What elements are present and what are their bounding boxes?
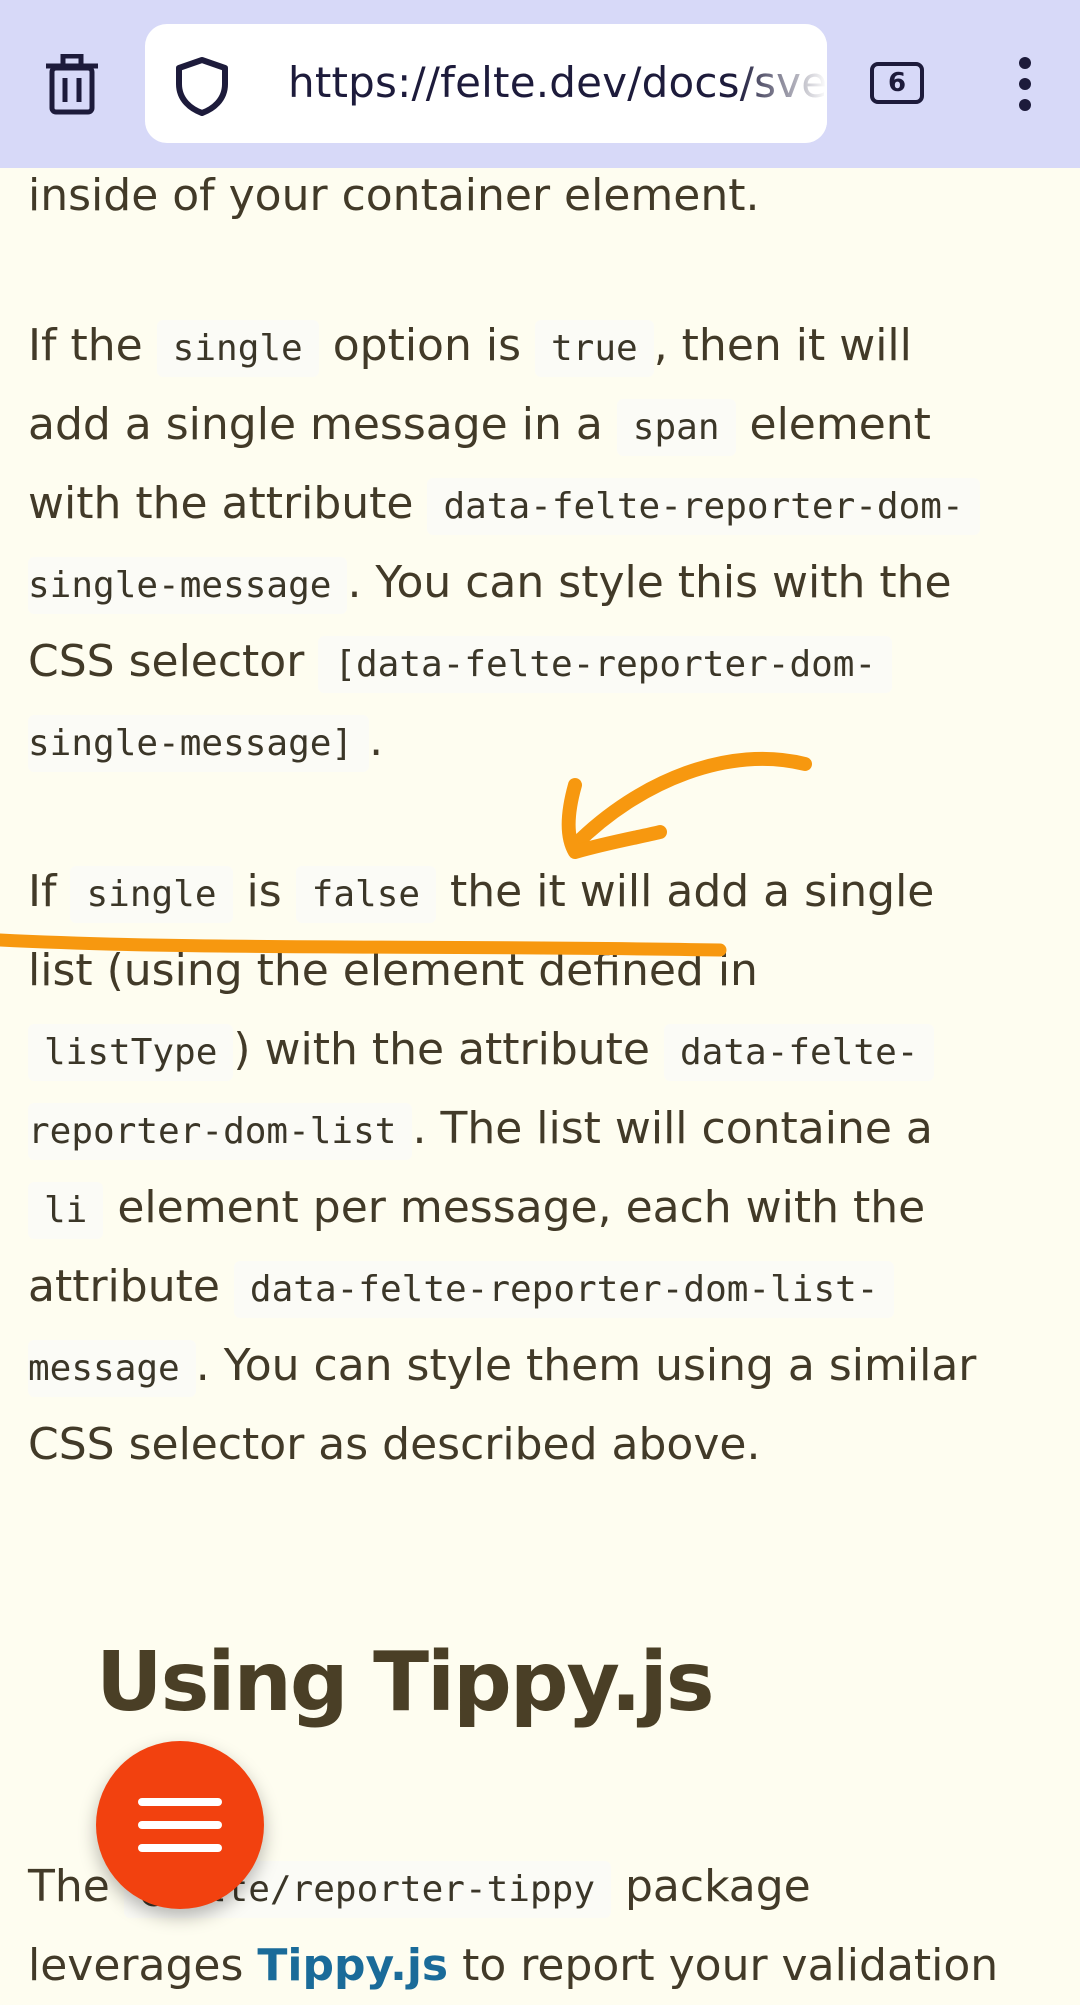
code-inline: data-felte-reporter-dom- [427, 478, 980, 535]
code-inline: single-message [28, 557, 348, 614]
para2-line6: attribute data-felte-reporter-dom-list- [28, 1247, 895, 1329]
para2-line3: listType) with the attribute data-felte- [28, 1010, 935, 1092]
menu-button[interactable] [96, 1741, 264, 1909]
para1-line4: single-message. You can style this with … [28, 543, 952, 625]
shield-icon[interactable] [173, 56, 231, 120]
para1-line1: If the single option is true, then it wi… [28, 306, 912, 388]
text: , then it will [653, 320, 912, 371]
url-bar[interactable]: https://felte.dev/docs/svelte/reporters [145, 24, 827, 143]
para1-line5: CSS selector [data-felte-reporter-dom- [28, 622, 893, 704]
text: list (using the element defined in [28, 945, 758, 996]
code-inline: reporter-dom-list [28, 1103, 413, 1160]
para2-line5: li element per message, each with the [28, 1168, 925, 1250]
tippy-link[interactable]: Tippy.js [257, 1940, 448, 1991]
tabs-icon[interactable]: 6 [870, 62, 924, 104]
code-inline: data-felte- [664, 1024, 935, 1081]
code-inline: [data-felte-reporter-dom- [318, 636, 893, 693]
code-inline: data-felte-reporter-dom-list- [233, 1261, 895, 1318]
para2-line4: reporter-dom-list. The list will contain… [28, 1089, 933, 1171]
section-heading: Using Tippy.js [96, 1635, 715, 1730]
code-inline: single-message] [28, 715, 370, 772]
text: the it will add a single [450, 866, 935, 917]
text: . [369, 715, 384, 766]
tab-count: 6 [887, 68, 907, 98]
text: If the [28, 320, 143, 371]
code-inline: single [156, 320, 319, 377]
code-inline: li [28, 1182, 104, 1239]
text: element per message, each with the [117, 1182, 926, 1233]
text: option is [332, 320, 521, 371]
code-inline: span [616, 399, 736, 456]
code-inline: single [70, 866, 233, 923]
para3-line2: leverages Tippy.js to report your valida… [28, 1926, 998, 2005]
text: leverages [28, 1940, 244, 1991]
text: . The list will containe a [412, 1103, 933, 1154]
hamburger-icon [138, 1798, 222, 1852]
code-inline: true [535, 320, 654, 377]
code-inline: false [295, 866, 437, 923]
text: is [246, 866, 282, 917]
annotation-arrow-head [561, 778, 667, 859]
text: to report your validation [462, 1940, 999, 1991]
text: CSS selector as described above. [28, 1419, 761, 1470]
annotation-arrow-shaft [568, 751, 812, 852]
para2-line2: list (using the element defined in [28, 931, 758, 1010]
para1-line3: with the attribute data-felte-reporter-d… [28, 464, 980, 546]
url-fade [737, 24, 827, 143]
more-vert-icon[interactable] [1000, 52, 1050, 116]
para2-line8: CSS selector as described above. [28, 1405, 760, 1484]
text: The [28, 1861, 110, 1912]
text: . You can style this with the [347, 557, 952, 608]
trash-icon[interactable] [40, 50, 104, 120]
text: attribute [28, 1261, 220, 1312]
para1-line6: single-message]. [28, 701, 383, 783]
text: ) with the attribute [233, 1024, 650, 1075]
text: . You can style them using a similar [195, 1340, 977, 1391]
browser-toolbar: https://felte.dev/docs/svelte/reporters … [0, 0, 1080, 168]
text: CSS selector [28, 636, 305, 687]
para2-line1: If single is false the it will add a sin… [28, 852, 934, 934]
para1-line2: add a single message in a span element [28, 385, 931, 467]
text: If [28, 866, 57, 917]
para2-line7: message. You can style them using a simi… [28, 1326, 976, 1408]
code-inline: listType [28, 1024, 234, 1081]
text: inside of your container element. [28, 170, 760, 221]
text: with the attribute [28, 478, 414, 529]
text: element [749, 399, 931, 450]
code-inline: message [28, 1340, 196, 1397]
text: add a single message in a [28, 399, 603, 450]
text: package [625, 1861, 811, 1912]
